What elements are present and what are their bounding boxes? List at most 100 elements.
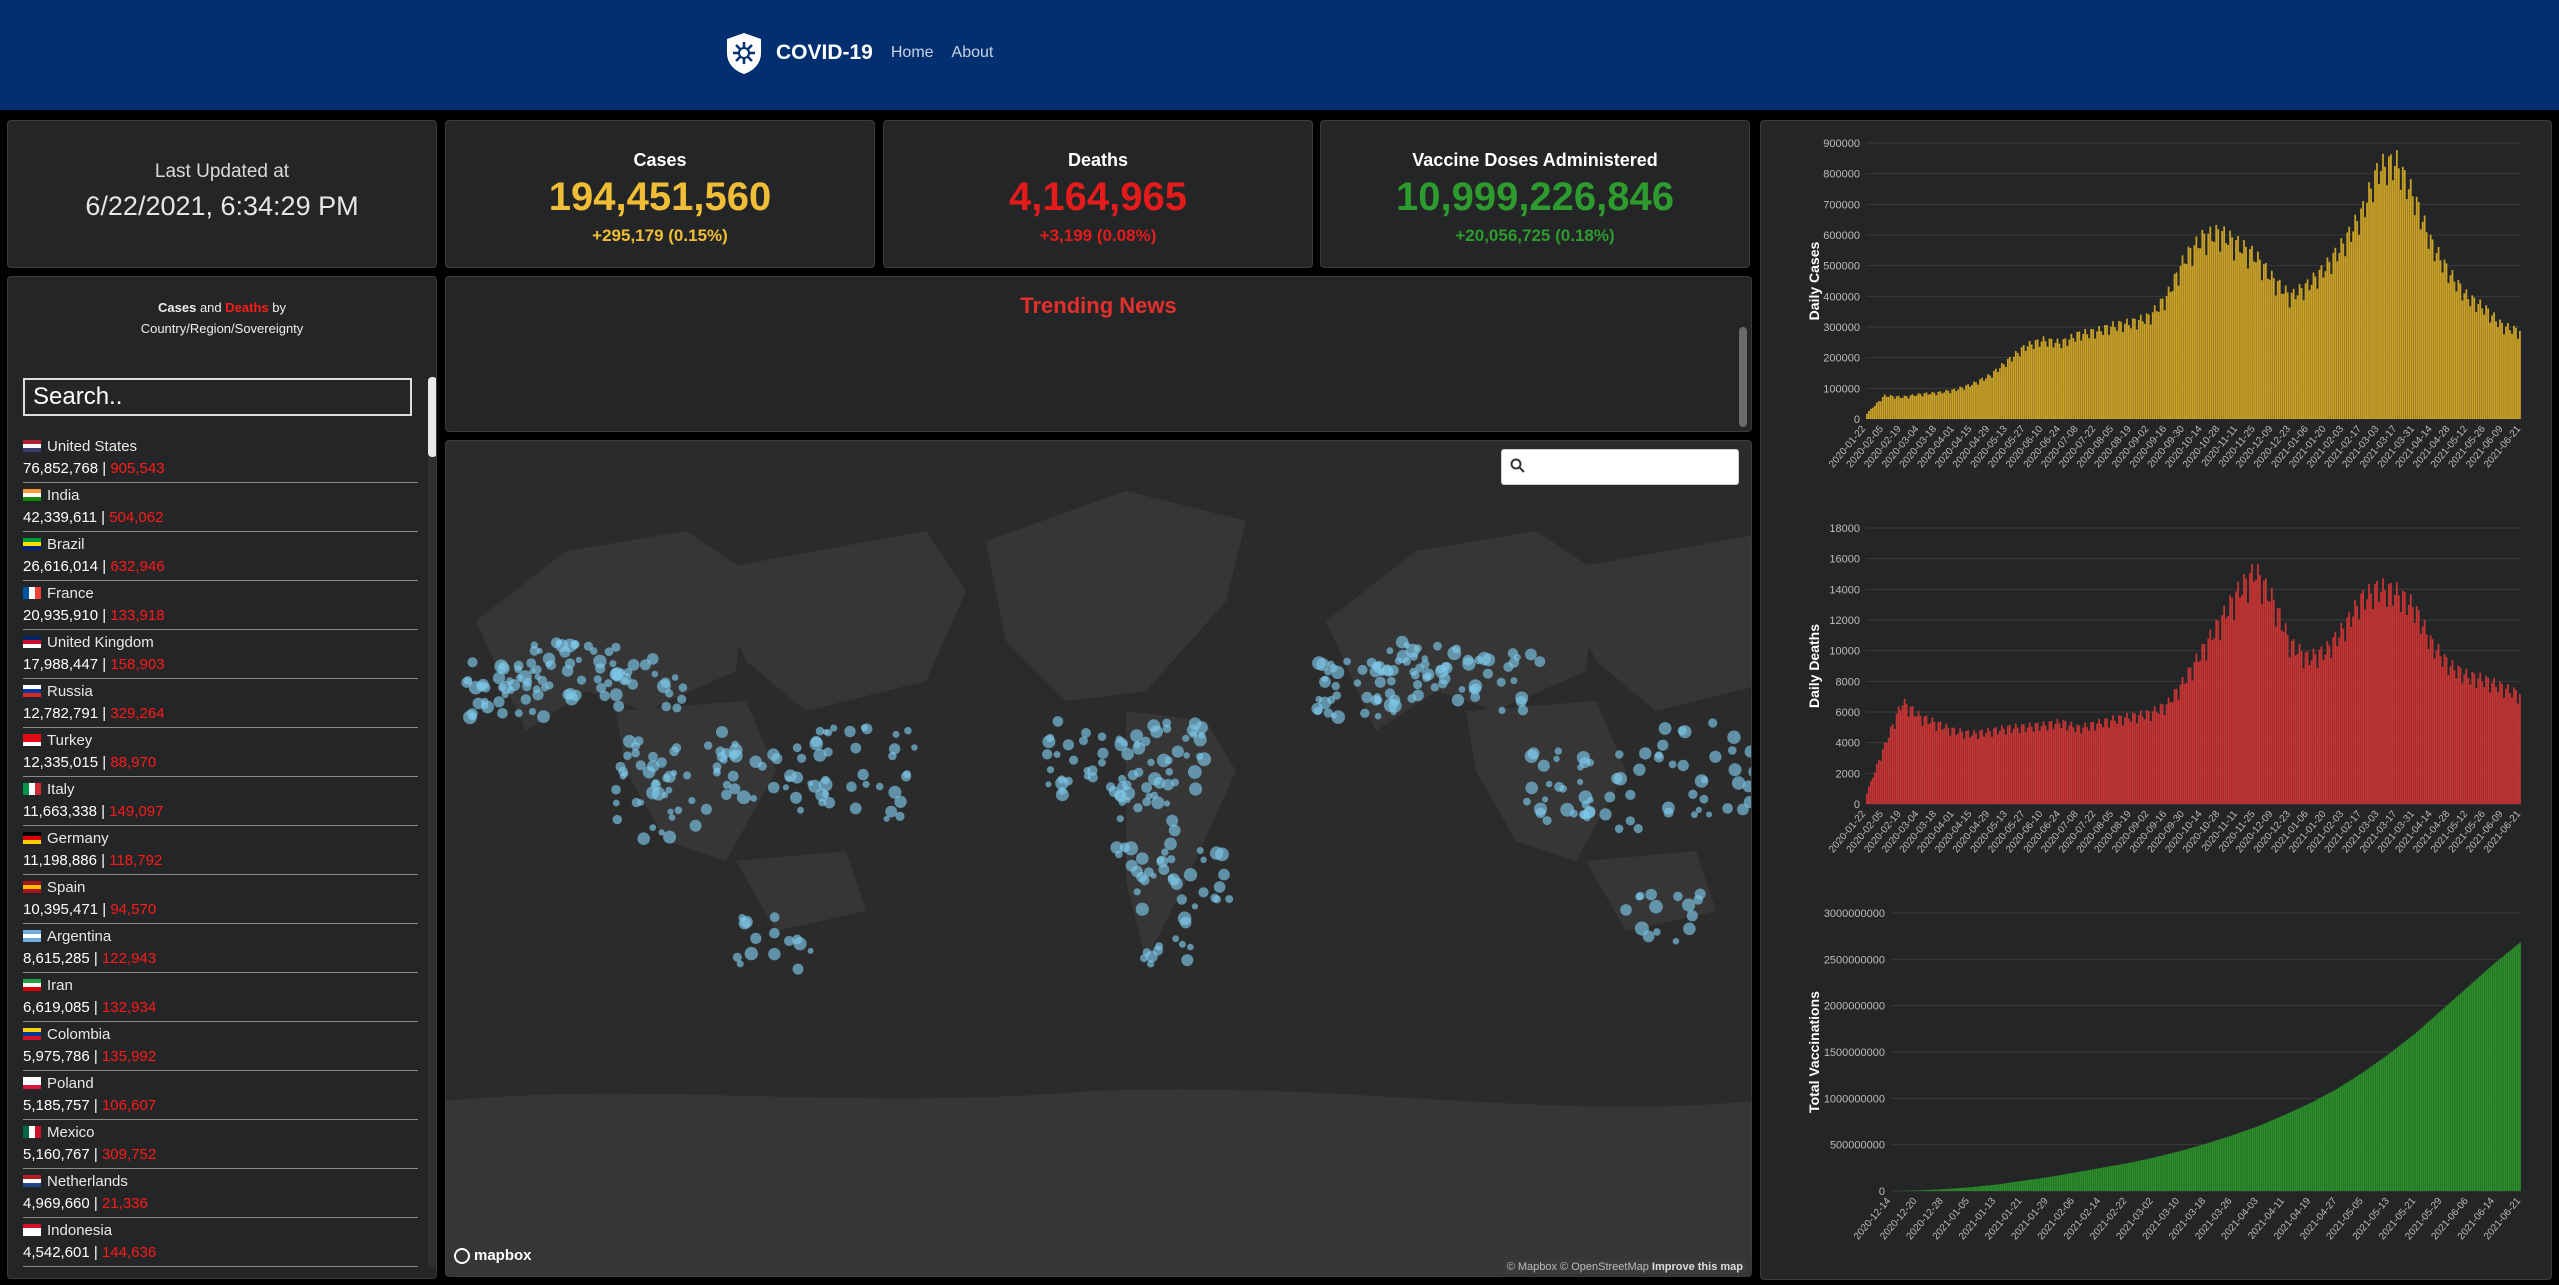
improve-map-link[interactable]: Improve this map: [1652, 1261, 1743, 1273]
nav-link-home[interactable]: Home: [891, 44, 934, 62]
case-location-dot: [537, 710, 550, 723]
country-item[interactable]: Turkey 12,335,015 | 88,970: [23, 728, 418, 777]
case-location-dot: [1198, 887, 1209, 898]
bar: [2228, 1136, 2231, 1191]
country-item[interactable]: Colombia 5,975,786 | 135,992: [23, 1022, 418, 1071]
map-search-input[interactable]: [1501, 449, 1739, 485]
bar: [1995, 727, 1997, 804]
country-item[interactable]: Germany 11,198,886 | 118,792: [23, 826, 418, 875]
bar: [2206, 1143, 2208, 1191]
y-tick-label: 14000: [1829, 584, 1860, 596]
case-location-dot: [1412, 689, 1424, 702]
bar: [2449, 275, 2452, 419]
bar: [2003, 1183, 2006, 1191]
bar: [1977, 739, 1979, 804]
case-location-dot: [1386, 676, 1396, 686]
bar: [2120, 1164, 2122, 1191]
country-item[interactable]: India 42,339,611 | 504,062: [23, 483, 418, 532]
bar: [2024, 731, 2027, 804]
bar: [2072, 727, 2075, 804]
bar: [2112, 1165, 2115, 1191]
bar: [2351, 1079, 2353, 1191]
country-item[interactable]: Argentina 8,615,285 | 122,943: [23, 924, 418, 973]
case-location-dot: [1642, 930, 1655, 943]
case-location-dot: [1524, 749, 1539, 763]
bar: [2297, 1108, 2300, 1191]
bar: [2314, 1100, 2317, 1191]
bar: [1997, 1184, 2000, 1191]
bar: [2425, 232, 2428, 419]
bar: [2386, 606, 2388, 804]
bar: [1980, 1186, 1983, 1191]
country-item[interactable]: Brazil 26,616,014 | 632,946: [23, 532, 418, 581]
y-tick-label: 2500000000: [1824, 954, 1885, 966]
bar: [1895, 713, 1898, 804]
case-location-dot: [750, 932, 762, 944]
bar: [2378, 601, 2380, 804]
case-location-dot: [1136, 852, 1149, 865]
country-item[interactable]: United Kingdom 17,988,447 | 158,903: [23, 630, 418, 679]
world-map[interactable]: mapbox © Mapbox © OpenStreetMap Improve …: [445, 440, 1752, 1277]
country-item[interactable]: Poland 5,185,757 | 106,607: [23, 1071, 418, 1120]
country-name: Turkey: [47, 731, 93, 749]
search-icon: [1510, 458, 1525, 473]
country-item[interactable]: Iran 6,619,085 | 132,934: [23, 973, 418, 1022]
case-location-dot: [704, 741, 713, 750]
bar: [2175, 1152, 2178, 1191]
vaccines-delta: +20,056,725 (0.18%): [1455, 226, 1615, 245]
country-item[interactable]: United States 76,852,768 | 905,543: [23, 434, 418, 483]
attribution-text[interactable]: © Mapbox © OpenStreetMap: [1507, 1261, 1649, 1273]
country-item[interactable]: Indonesia 4,542,601 | 144,636: [23, 1218, 418, 1267]
flag-us-icon: [23, 440, 41, 452]
case-location-dot: [1672, 937, 1680, 945]
map-canvas[interactable]: [446, 441, 1752, 1277]
bar: [2479, 299, 2482, 419]
bar: [2157, 311, 2160, 419]
bar: [2129, 721, 2132, 804]
country-list-scroll-thumb[interactable]: [428, 377, 436, 457]
flag-nl-icon: [23, 1175, 41, 1187]
bar: [2036, 722, 2039, 804]
bar: [2449, 666, 2452, 804]
country-search-input[interactable]: [23, 378, 412, 416]
country-list-scrollbar[interactable]: [428, 377, 436, 1267]
bar: [2242, 1131, 2244, 1191]
bar: [2259, 575, 2261, 804]
bar: [1935, 395, 1938, 419]
country-item[interactable]: Russia 12,782,791 | 329,264: [23, 679, 418, 728]
bar: [2165, 704, 2168, 804]
mapbox-logo[interactable]: mapbox: [454, 1247, 532, 1264]
bar: [2233, 619, 2235, 804]
nav-link-about[interactable]: About: [952, 44, 994, 62]
bar: [1975, 1186, 1977, 1191]
bar: [2204, 1144, 2206, 1191]
flag-ir-icon: [23, 979, 41, 991]
bar: [2477, 303, 2480, 419]
country-item[interactable]: France 20,935,910 | 133,918: [23, 581, 418, 630]
brand-name[interactable]: COVID-19: [776, 41, 873, 65]
virus-shield-icon[interactable]: [724, 31, 764, 75]
bar: [2086, 727, 2089, 804]
country-item[interactable]: Italy 11,663,338 | 149,097: [23, 777, 418, 826]
country-item[interactable]: Spain 10,395,471 | 94,570: [23, 875, 418, 924]
bar: [1909, 706, 1912, 804]
bar: [2384, 590, 2386, 804]
bar: [2338, 253, 2341, 419]
bar: [2177, 699, 2180, 804]
bar: [2467, 677, 2470, 804]
heading-and: and: [199, 300, 222, 315]
bar: [2028, 340, 2031, 419]
map-attribution[interactable]: © Mapbox © OpenStreetMap Improve this ma…: [1502, 1260, 1747, 1274]
bar: [2513, 687, 2515, 804]
bar: [2020, 1180, 2023, 1191]
case-location-dot: [1535, 807, 1546, 819]
bar: [2431, 239, 2434, 419]
bar: [2114, 327, 2116, 419]
case-location-dot: [1158, 864, 1170, 875]
bar: [2437, 644, 2440, 804]
country-item[interactable]: Mexico 5,160,767 | 309,752: [23, 1120, 418, 1169]
country-name-row: France: [23, 583, 418, 603]
country-item[interactable]: Netherlands 4,969,660 | 21,336: [23, 1169, 418, 1218]
news-scrollbar[interactable]: [1739, 327, 1747, 427]
bar: [2012, 356, 2015, 419]
